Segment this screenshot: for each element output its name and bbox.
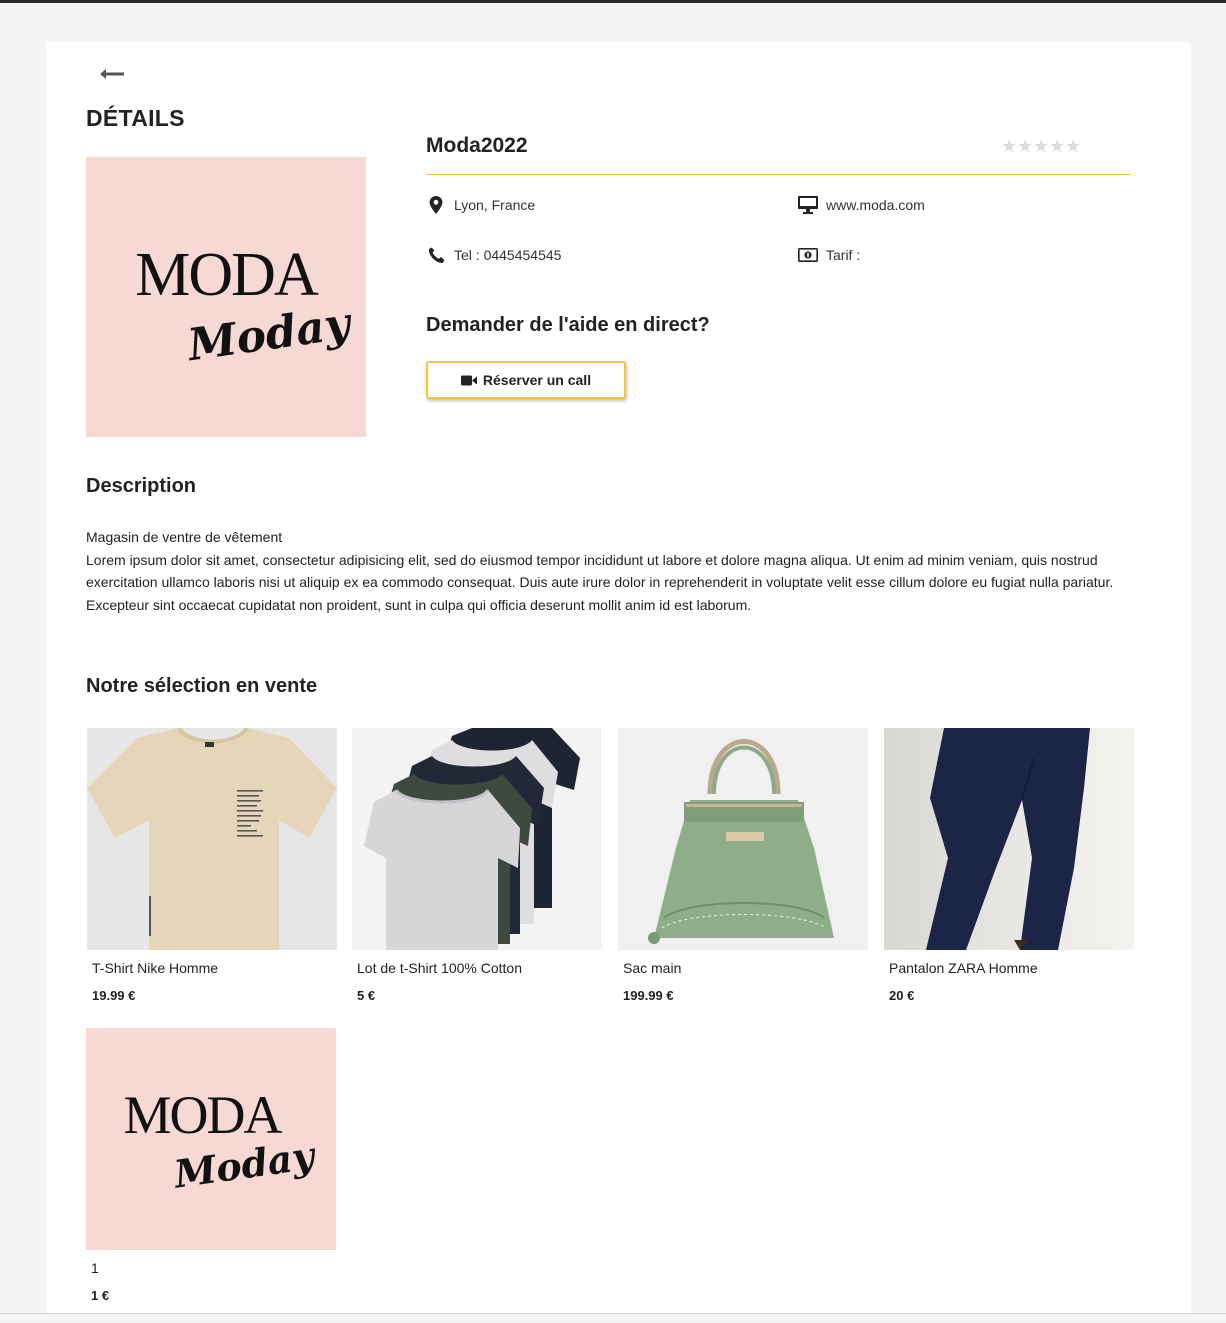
page-title: DÉTAILS <box>86 105 185 131</box>
product-price: 20 € <box>889 988 915 1003</box>
svg-text:MODA: MODA <box>123 1085 282 1145</box>
divider <box>426 174 1131 175</box>
product-image: MODA Moday <box>86 1028 336 1250</box>
book-call-label: Réserver un call <box>482 372 592 388</box>
svg-text:MODA: MODA <box>135 241 319 309</box>
description-subtitle: Magasin de ventre de vêtement <box>86 529 283 545</box>
map-pin-icon <box>426 196 446 214</box>
star-icon[interactable]: ★ <box>1017 136 1033 156</box>
monitor-icon <box>798 196 818 214</box>
arrow-left-icon <box>100 69 124 79</box>
book-call-button[interactable]: Réserver un call <box>426 361 626 399</box>
shop-details-card: DÉTAILS MODA Moday Moda2022 ★★★★★ Lyon, … <box>46 42 1191 1313</box>
product-name: 1 <box>91 1260 99 1276</box>
product-image <box>352 728 602 950</box>
star-icon[interactable]: ★ <box>1049 136 1065 156</box>
description-body: Lorem ipsum dolor sit amet, consectetur … <box>86 551 1114 613</box>
shop-logo: MODA Moday <box>86 157 366 437</box>
website-link[interactable]: www.moda.com <box>826 197 925 213</box>
shop-name: Moda2022 <box>426 134 528 157</box>
bottom-divider <box>0 1313 1226 1314</box>
product-price: 19.99 € <box>92 988 136 1003</box>
product-price: 1 € <box>91 1288 110 1303</box>
beige-tshirt-image <box>87 728 337 950</box>
shop-website[interactable]: www.moda.com <box>798 196 925 214</box>
tarif-text: Tarif : <box>826 247 861 263</box>
product-image <box>884 728 1134 950</box>
video-camera-icon <box>460 375 477 385</box>
location-text: Lyon, France <box>454 197 536 213</box>
window-top-bar <box>0 0 1226 3</box>
shop-location: Lyon, France <box>426 196 535 214</box>
phone-icon <box>426 246 446 264</box>
selection-title: Notre sélection en vente <box>86 675 318 697</box>
description-text: Magasin de ventre de vêtement Lorem ipsu… <box>86 526 1156 616</box>
product-image <box>87 728 337 950</box>
product-name: Lot de t-Shirt 100% Cotton <box>357 960 522 976</box>
tshirt-stack-image <box>352 728 602 950</box>
star-icon[interactable]: ★ <box>1001 136 1017 156</box>
star-rating[interactable]: ★★★★★ <box>1001 136 1081 156</box>
money-bill-icon <box>798 246 818 264</box>
navy-pants-image <box>884 728 1134 950</box>
product-name: Sac main <box>623 960 682 976</box>
product-image <box>618 728 868 950</box>
back-button[interactable] <box>98 66 126 82</box>
product-name: Pantalon ZARA Homme <box>889 960 1038 976</box>
shop-tarif: Tarif : <box>798 246 860 264</box>
product-name: T-Shirt Nike Homme <box>92 960 219 976</box>
phone-text: Tel : 0445454545 <box>454 247 562 263</box>
shop-phone: Tel : 0445454545 <box>426 246 561 264</box>
product-price: 199.99 € <box>623 988 674 1003</box>
product-price: 5 € <box>357 988 376 1003</box>
moda-logo-image: MODA Moday <box>123 1085 319 1197</box>
description-title: Description <box>86 475 197 497</box>
live-help-title: Demander de l'aide en direct? <box>426 314 710 336</box>
green-handbag-image <box>618 728 868 950</box>
moda-logo-image: MODA Moday <box>135 241 356 372</box>
star-icon[interactable]: ★ <box>1033 136 1049 156</box>
star-icon[interactable]: ★ <box>1065 136 1081 156</box>
